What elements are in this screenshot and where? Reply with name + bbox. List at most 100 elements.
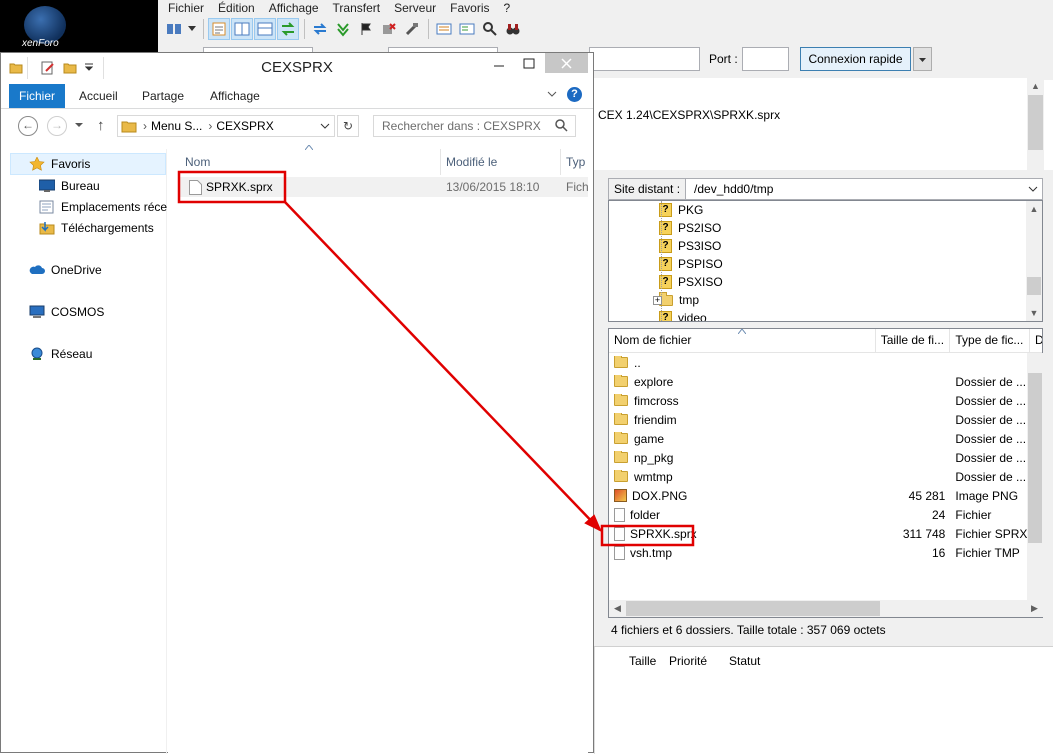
breadcrumb-item[interactable]: Menu S... [151, 119, 202, 133]
table-row[interactable]: fimcrossDossier de ...1 [609, 391, 1042, 410]
breadcrumb-item[interactable]: CEXSPRX [216, 119, 273, 133]
message-log-icon[interactable] [208, 18, 230, 40]
col-type[interactable]: Type de fic... [950, 329, 1030, 352]
col-nom[interactable]: Nom [185, 149, 210, 175]
col-size[interactable]: Taille de fi... [876, 329, 951, 352]
scroll-down-icon[interactable]: ▼ [1026, 305, 1042, 321]
column-separator[interactable] [560, 149, 561, 175]
nav-bureau[interactable]: Bureau [39, 179, 100, 193]
scroll-thumb[interactable] [1028, 95, 1043, 150]
nav-favorites[interactable]: Favoris [29, 157, 90, 171]
refresh-button[interactable]: ↻ [337, 115, 359, 137]
list-hscrollbar[interactable]: ◀ ▶ [609, 600, 1043, 617]
tab-fichier[interactable]: Fichier [9, 84, 65, 108]
address-bar[interactable]: › Menu S... › CEXSPRX [117, 115, 335, 137]
file-row[interactable]: SPRXK.sprx 13/06/2015 18:10 Fich [179, 177, 588, 197]
log-scrollbar[interactable]: ▲ [1027, 78, 1044, 170]
scroll-thumb[interactable] [626, 601, 880, 616]
refresh-icon[interactable] [309, 18, 331, 40]
scroll-up-icon[interactable]: ▲ [1027, 78, 1044, 95]
tree-item[interactable]: ? PS3ISO [659, 237, 723, 255]
file-name[interactable]: SPRXK.sprx [206, 180, 273, 194]
table-row[interactable]: gameDossier de ...1 [609, 429, 1042, 448]
password-field[interactable] [589, 47, 700, 71]
tree-item[interactable]: ? PS2ISO [659, 219, 723, 237]
reconnect-icon[interactable] [401, 18, 423, 40]
table-row[interactable]: friendimDossier de ...1 [609, 410, 1042, 429]
site-manager-icon[interactable] [163, 18, 185, 40]
tree-item[interactable]: ? PSPISO [659, 255, 723, 273]
search-icon[interactable] [555, 119, 568, 132]
tab-affichage[interactable]: Affichage [210, 84, 260, 108]
menu-favoris[interactable]: Favoris [450, 0, 489, 16]
maximize-button[interactable] [515, 53, 543, 75]
scroll-thumb[interactable] [1027, 277, 1041, 295]
nav-onedrive[interactable]: OneDrive [29, 263, 102, 277]
recent-dropdown-icon[interactable] [75, 123, 83, 128]
table-row[interactable]: .. [609, 353, 1042, 372]
queue-col-size[interactable]: Taille [629, 654, 656, 668]
tree-item[interactable]: ? video [659, 309, 723, 321]
tab-accueil[interactable]: Accueil [79, 84, 118, 108]
quickconnect-button[interactable]: Connexion rapide [800, 47, 911, 71]
directory-listing-icon[interactable] [433, 18, 455, 40]
filter-icon[interactable] [456, 18, 478, 40]
nav-recent-places[interactable]: Emplacements récen [39, 200, 167, 214]
table-row[interactable]: np_pkgDossier de ...2 [609, 448, 1042, 467]
list-scrollbar[interactable] [1027, 353, 1043, 600]
menu-affichage[interactable]: Affichage [269, 0, 319, 16]
minimize-button[interactable] [485, 53, 513, 75]
forward-button[interactable]: → [47, 116, 67, 136]
tree-scrollbar[interactable]: ▲ ▼ [1026, 201, 1042, 321]
scroll-left-icon[interactable]: ◀ [609, 600, 626, 617]
table-row[interactable]: vsh.tmp16Fichier TMP1 [609, 543, 1042, 562]
port-field[interactable] [742, 47, 789, 71]
compare-icon[interactable] [479, 18, 501, 40]
menu-serveur[interactable]: Serveur [394, 0, 436, 16]
menu-help[interactable]: ? [504, 0, 511, 16]
up-arrow-icon[interactable]: ↑ [97, 117, 105, 134]
help-icon[interactable]: ? [567, 87, 582, 102]
scroll-right-icon[interactable]: ▶ [1026, 600, 1043, 617]
search-binoculars-icon[interactable] [502, 18, 524, 40]
close-button[interactable] [545, 53, 588, 73]
scroll-thumb[interactable] [1028, 373, 1042, 543]
tab-partage[interactable]: Partage [142, 84, 184, 108]
dropdown-arrow-icon[interactable] [186, 18, 198, 40]
col-type[interactable]: Typ [566, 149, 585, 175]
nav-computer[interactable]: COSMOS [29, 305, 104, 319]
cancel-icon[interactable] [355, 18, 377, 40]
breadcrumb-chevron-icon[interactable]: › [208, 119, 212, 133]
menu-edition[interactable]: Édition [218, 0, 255, 16]
tree-item[interactable]: tmp [659, 291, 723, 309]
menu-fichier[interactable]: Fichier [168, 0, 204, 16]
table-row[interactable]: DOX.PNG45 281Image PNG1 [609, 486, 1042, 505]
menu-transfert[interactable]: Transfert [333, 0, 381, 16]
remote-tree-icon[interactable] [254, 18, 276, 40]
remote-path-input[interactable]: /dev_hdd0/tmp [686, 182, 1028, 196]
chevron-down-icon[interactable] [320, 123, 330, 130]
col-date[interactable]: D [1030, 329, 1042, 352]
queue-col-priority[interactable]: Priorité [669, 654, 707, 668]
col-modifie[interactable]: Modifié le [446, 149, 497, 175]
ribbon-expand-icon[interactable] [547, 91, 557, 98]
transfer-queue-icon[interactable] [277, 18, 299, 40]
process-queue-icon[interactable] [332, 18, 354, 40]
back-button[interactable]: ← [18, 116, 38, 136]
table-row[interactable]: wmtmpDossier de ...2 [609, 467, 1042, 486]
disconnect-icon[interactable] [378, 18, 400, 40]
nav-downloads[interactable]: Téléchargements [39, 221, 154, 235]
column-separator[interactable] [440, 149, 441, 175]
search-input[interactable]: Rechercher dans : CEXSPRX [373, 115, 576, 137]
breadcrumb-chevron-icon[interactable]: › [143, 119, 147, 133]
chevron-down-icon[interactable] [1028, 186, 1042, 193]
scroll-up-icon[interactable]: ▲ [1026, 201, 1042, 217]
tree-item[interactable]: ? PKG [659, 201, 723, 219]
table-row[interactable]: exploreDossier de ...1 [609, 372, 1042, 391]
table-row[interactable]: folder24Fichier0 [609, 505, 1042, 524]
expand-plus-icon[interactable]: + [653, 296, 662, 305]
table-row[interactable]: SPRXK.sprx311 748Fichier SPRX1 [609, 524, 1042, 543]
nav-network[interactable]: Réseau [29, 347, 92, 361]
quickconnect-dropdown[interactable] [913, 47, 932, 71]
tree-item[interactable]: ? PSXISO [659, 273, 723, 291]
